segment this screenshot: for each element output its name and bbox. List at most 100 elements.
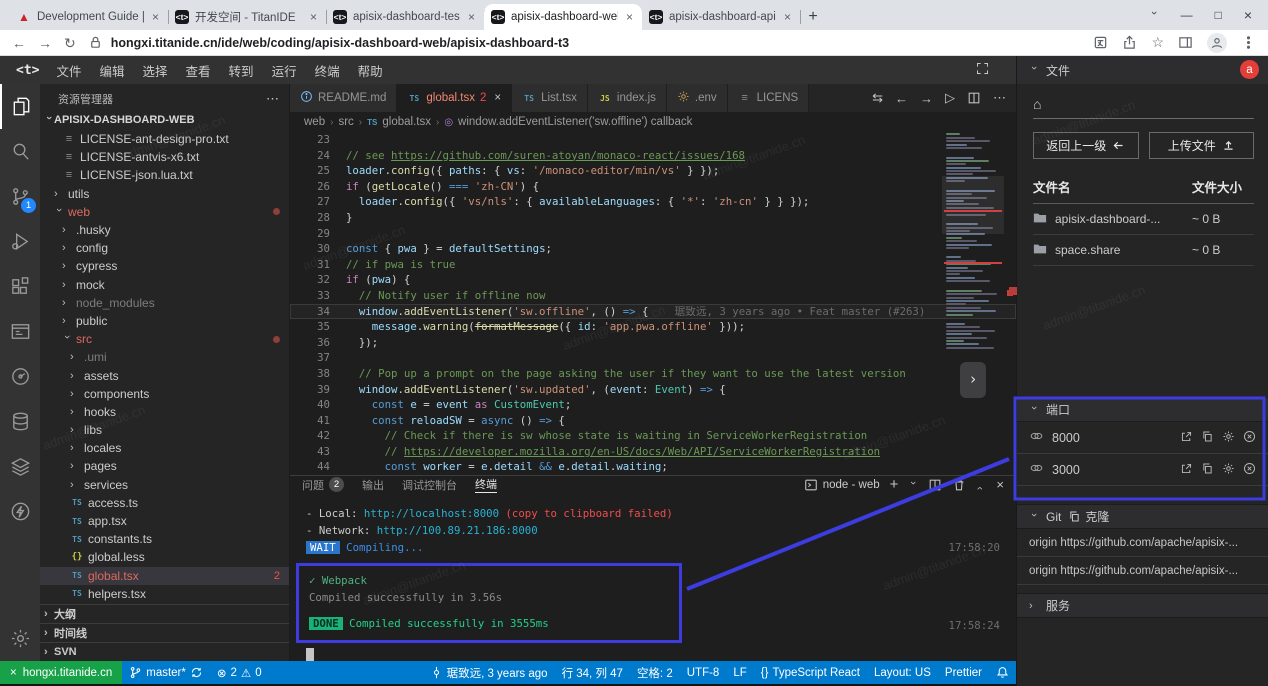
remote-indicator[interactable]: × hongxi.titanide.cn: [0, 661, 122, 684]
copy-icon[interactable]: [1201, 462, 1214, 478]
tree-item[interactable]: ›hooks: [40, 403, 289, 421]
split-editor-icon[interactable]: [967, 91, 981, 105]
tree-item[interactable]: ›components: [40, 385, 289, 403]
url-field[interactable]: hongxi.titanide.cn/ide/web/coding/apisix…: [88, 35, 1082, 50]
browser-tab[interactable]: <t>开发空间 - TitanIDE×: [168, 4, 326, 30]
tree-item[interactable]: ›src: [40, 330, 289, 348]
maximize-icon[interactable]: □: [1215, 8, 1222, 22]
tab-problems[interactable]: 问题2: [302, 476, 344, 493]
user-badge[interactable]: a: [1240, 60, 1259, 79]
upload-file-button[interactable]: 上传文件: [1149, 132, 1255, 159]
breadcrumb[interactable]: web› src› TS global.tsx› ◎ window.addEve…: [290, 112, 1016, 132]
shell-selector[interactable]: node - web: [804, 478, 880, 492]
explorer-icon[interactable]: [0, 84, 40, 129]
pipeline-icon[interactable]: [0, 354, 40, 399]
close-icon[interactable]: ×: [1244, 7, 1252, 23]
profile-avatar[interactable]: [1207, 33, 1227, 53]
browser-tab[interactable]: <t>apisix-dashboard-web - TitanI×: [484, 4, 642, 30]
menu-item[interactable]: 文件: [47, 61, 90, 80]
tree-item[interactable]: ›services: [40, 476, 289, 494]
tree-item[interactable]: ›cypress: [40, 257, 289, 275]
menu-item[interactable]: 终端: [306, 61, 349, 80]
more-actions-icon[interactable]: ⋯: [266, 91, 279, 107]
indentation[interactable]: 空格: 2: [630, 665, 680, 681]
panel-expand-button[interactable]: ›: [960, 362, 986, 398]
source-control-icon[interactable]: 1: [0, 174, 40, 219]
settings-gear-icon[interactable]: [0, 616, 40, 661]
translate-icon[interactable]: [1093, 35, 1108, 50]
editor-tab[interactable]: ≡LICENS: [728, 84, 810, 112]
navigate-forward-icon[interactable]: →: [920, 91, 933, 106]
maximize-panel-icon[interactable]: ›: [974, 480, 986, 490]
compare-changes-icon[interactable]: ⇆: [872, 90, 883, 106]
browser-menu-icon[interactable]: [1241, 35, 1256, 50]
timeline-section[interactable]: ›时间线: [40, 623, 289, 642]
menu-item[interactable]: 编辑: [91, 61, 134, 80]
tab-output[interactable]: 输出: [362, 476, 384, 493]
notifications-bell-icon[interactable]: [989, 666, 1016, 679]
port-row[interactable]: 8000: [1017, 422, 1268, 454]
tree-item[interactable]: ›mock: [40, 276, 289, 294]
minimize-icon[interactable]: —: [1181, 8, 1193, 22]
formatter[interactable]: Prettier: [938, 667, 989, 679]
back-icon[interactable]: ←: [12, 36, 26, 50]
tab-close-icon[interactable]: ×: [308, 10, 319, 24]
tree-item[interactable]: ›utils: [40, 185, 289, 203]
side-panel-icon[interactable]: [1178, 35, 1193, 50]
tab-close-icon[interactable]: ×: [150, 10, 161, 24]
git-section-header[interactable]: › Git 克隆: [1017, 504, 1268, 529]
tab-terminal[interactable]: 终端: [475, 476, 497, 493]
cursor-position[interactable]: 行 34, 列 47: [555, 665, 630, 681]
encoding[interactable]: UTF-8: [680, 667, 727, 679]
minimap-slider[interactable]: [942, 176, 1004, 234]
editor-tab[interactable]: README.md: [290, 84, 397, 112]
more-actions-icon[interactable]: ⋯: [993, 90, 1006, 106]
tree-item[interactable]: ≡LICENSE-ant-design-pro.txt: [40, 130, 289, 148]
tab-close-icon[interactable]: ×: [624, 10, 635, 24]
tree-item[interactable]: TShelpers.tsx: [40, 585, 289, 603]
close-panel-icon[interactable]: ×: [996, 477, 1004, 492]
new-tab-button[interactable]: +: [800, 4, 826, 30]
code-editor[interactable]: 2324// see https://github.com/suren-atoy…: [290, 132, 1016, 475]
blame-indicator[interactable]: 琚致远, 3 years ago: [423, 665, 555, 681]
keyboard-layout[interactable]: Layout: US: [867, 667, 938, 679]
tree-item[interactable]: ›libs: [40, 421, 289, 439]
menu-item[interactable]: 转到: [220, 61, 263, 80]
preview-panel-icon[interactable]: [0, 309, 40, 354]
problems-indicator[interactable]: ⊗2 ⚠0: [210, 666, 269, 680]
gear-icon[interactable]: [1222, 462, 1235, 478]
run-debug-icon[interactable]: [0, 219, 40, 264]
services-section-header[interactable]: › 服务: [1017, 593, 1268, 618]
editor-tab[interactable]: .env: [667, 84, 728, 112]
editor-tab[interactable]: TSList.tsx: [512, 84, 588, 112]
kill-terminal-icon[interactable]: [952, 478, 966, 492]
files-section-header[interactable]: › 文件: [1017, 56, 1268, 84]
extensions-icon[interactable]: [0, 264, 40, 309]
close-circle-icon[interactable]: [1243, 430, 1256, 446]
branch-indicator[interactable]: master*: [122, 666, 210, 679]
tab-close-icon[interactable]: ×: [782, 10, 793, 24]
open-external-icon[interactable]: [1180, 462, 1193, 478]
menu-item[interactable]: 查看: [177, 61, 220, 80]
menu-item[interactable]: 运行: [263, 61, 306, 80]
tree-item[interactable]: {}global.less: [40, 548, 289, 566]
editor-tab[interactable]: TSglobal.tsx2×: [397, 84, 512, 112]
file-row[interactable]: space.share~ 0 B: [1033, 235, 1254, 266]
ports-section-header[interactable]: › 端口: [1017, 397, 1268, 422]
tree-item[interactable]: ›.husky: [40, 221, 289, 239]
tab-close-icon[interactable]: ×: [466, 10, 477, 24]
browser-tab[interactable]: <t>apisix-dashboard-api - TitanID×: [642, 4, 800, 30]
tree-item[interactable]: ›locales: [40, 439, 289, 457]
git-remote-row[interactable]: origin https://github.com/apache/apisix-…: [1017, 557, 1268, 585]
outline-section[interactable]: ›大纲: [40, 604, 289, 623]
file-row[interactable]: apisix-dashboard-...~ 0 B: [1033, 204, 1254, 235]
menu-item[interactable]: 选择: [134, 61, 177, 80]
forward-icon[interactable]: →: [38, 36, 52, 50]
tree-item[interactable]: TSconstants.ts: [40, 530, 289, 548]
share-icon[interactable]: [1122, 35, 1137, 50]
language-mode[interactable]: {}TypeScript React: [754, 667, 867, 679]
split-terminal-icon[interactable]: [928, 478, 942, 492]
lightning-icon[interactable]: [0, 489, 40, 534]
tree-item[interactable]: ≡LICENSE-antvis-x6.txt: [40, 148, 289, 166]
sync-icon[interactable]: [190, 666, 203, 679]
